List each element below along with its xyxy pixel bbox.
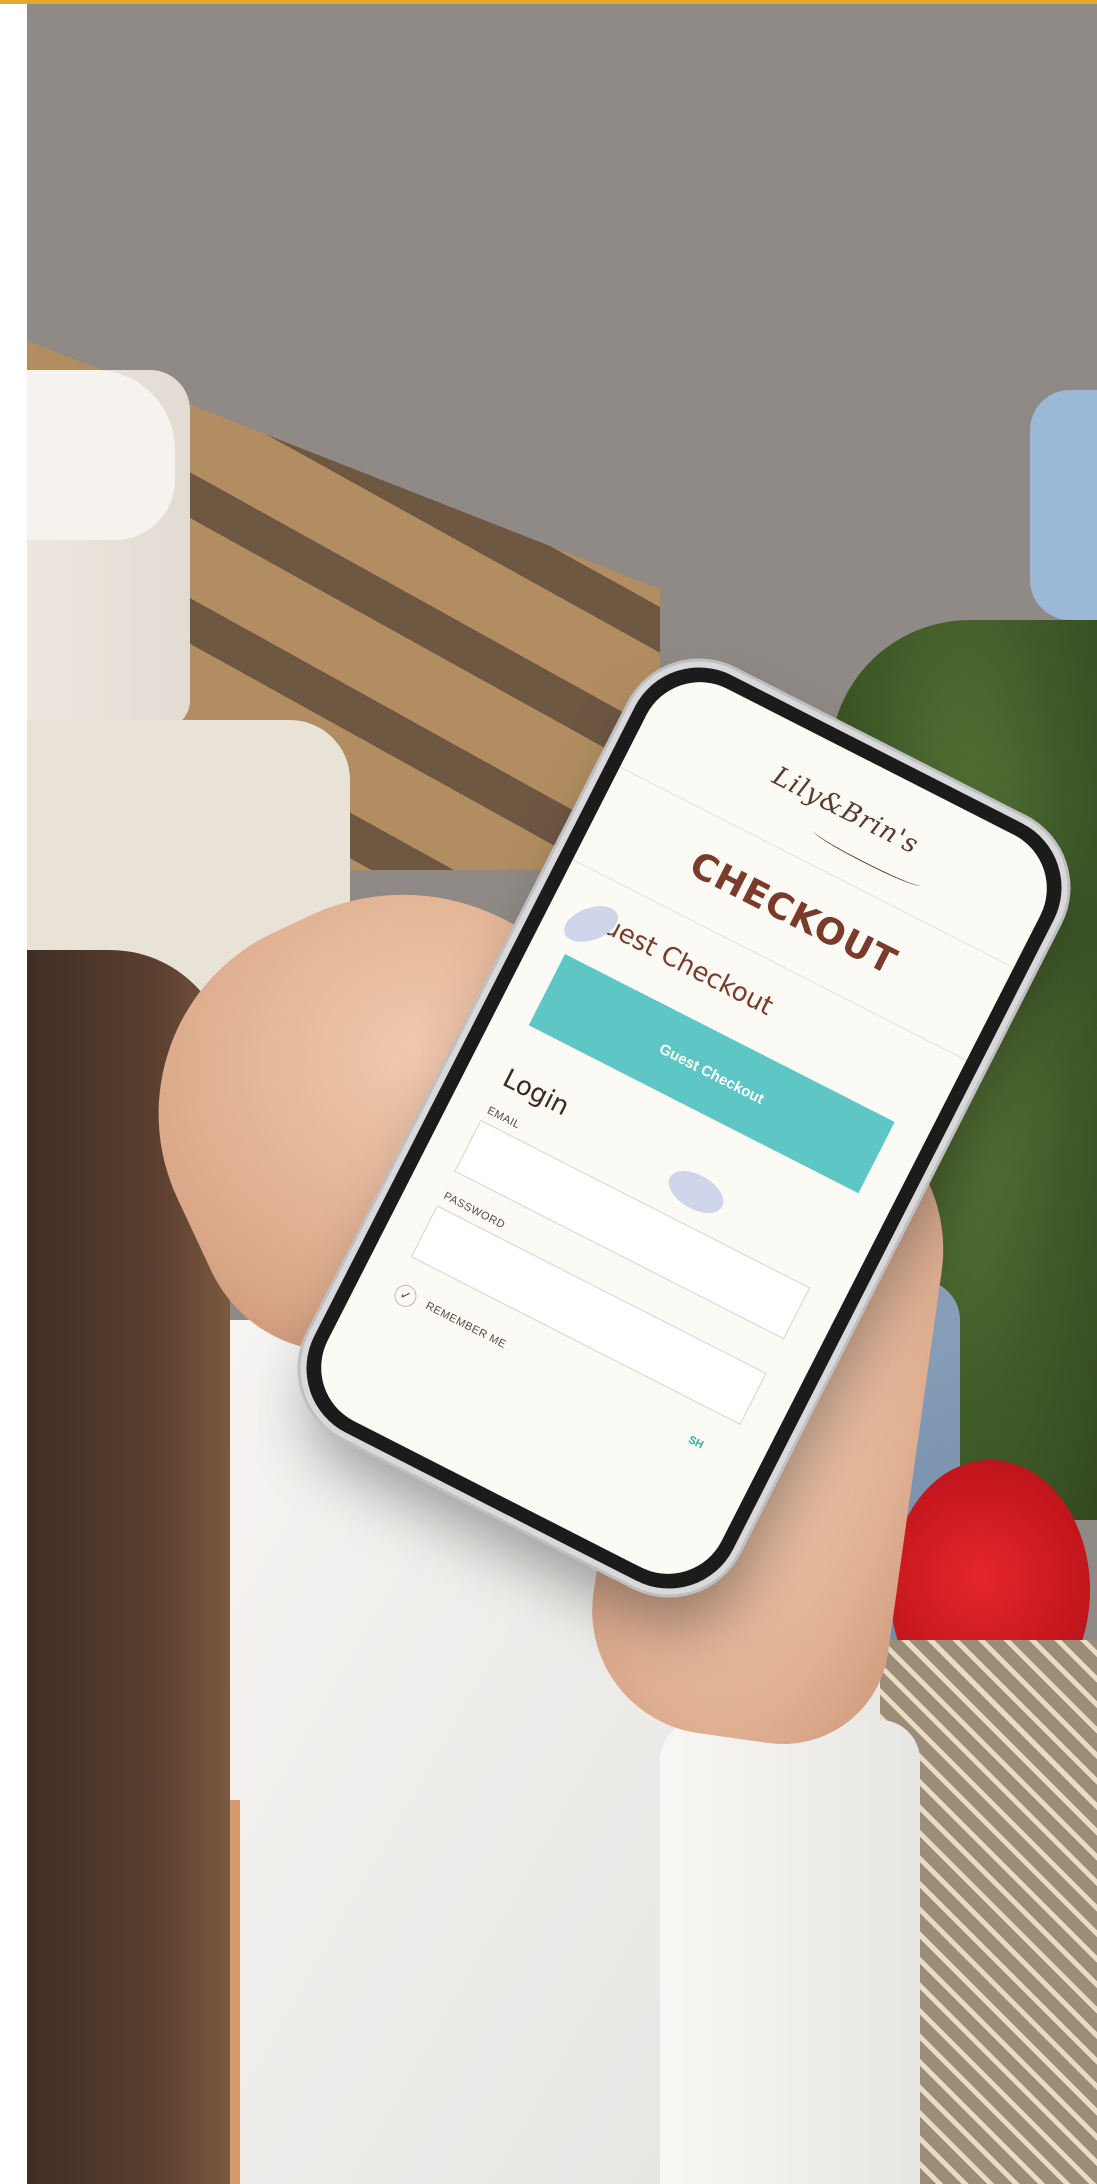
check-icon: ✓	[397, 1286, 414, 1305]
photo-scene: Lily&Brin's CHECKOUT Guest Checkout Gues…	[0, 0, 1097, 2184]
show-password-link[interactable]: SH	[686, 1434, 705, 1452]
shirt-cuff	[660, 1720, 920, 2184]
top-accent-border	[0, 0, 1097, 4]
remember-me-label: REMEMBER ME	[423, 1300, 509, 1351]
jeans-background	[1030, 390, 1097, 620]
guest-checkout-button-label: Guest Checkout	[656, 1039, 767, 1108]
left-border	[0, 0, 27, 2184]
remember-me-checkbox[interactable]: ✓	[390, 1281, 421, 1311]
